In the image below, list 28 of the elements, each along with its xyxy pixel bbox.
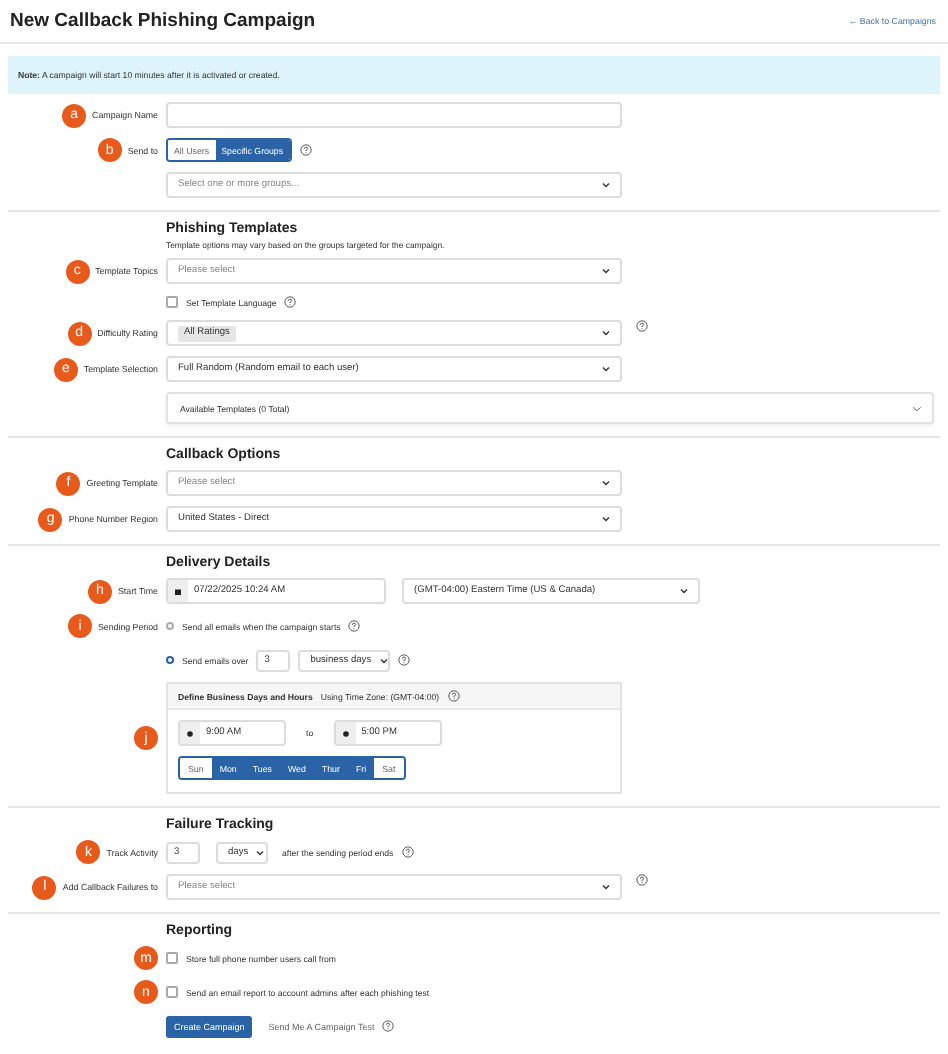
- help-icon[interactable]: [401, 846, 414, 858]
- help-icon[interactable]: [447, 690, 460, 702]
- checkbox[interactable]: [166, 952, 178, 964]
- calendar-icon: [174, 587, 182, 595]
- checkbox[interactable]: [166, 986, 178, 998]
- chevron-icon: [602, 516, 610, 522]
- chevron-icon: [680, 588, 688, 594]
- chevron-icon: [602, 268, 610, 274]
- radio-button[interactable]: [166, 622, 174, 630]
- radio-button[interactable]: [166, 656, 174, 664]
- chevron-icon: [912, 405, 922, 411]
- help-icon[interactable]: [382, 1020, 395, 1032]
- chevron-icon: [602, 182, 610, 188]
- help-icon[interactable]: [348, 620, 361, 632]
- text-field[interactable]: [166, 102, 622, 128]
- help-icon[interactable]: [398, 654, 411, 666]
- chevron-icon: [379, 657, 388, 663]
- help-icon[interactable]: [636, 874, 648, 886]
- page-title: New Callback Phishing Campaign: [10, 10, 316, 32]
- chevron-icon: [602, 480, 610, 486]
- help-icon[interactable]: [299, 144, 312, 156]
- chevron-icon: [602, 884, 610, 890]
- chevron-icon: [602, 366, 610, 372]
- help-icon[interactable]: [284, 296, 297, 308]
- help-icon[interactable]: [636, 320, 648, 332]
- checkbox[interactable]: [166, 296, 178, 308]
- chevron-icon: [256, 849, 265, 855]
- chevron-icon: [602, 330, 610, 336]
